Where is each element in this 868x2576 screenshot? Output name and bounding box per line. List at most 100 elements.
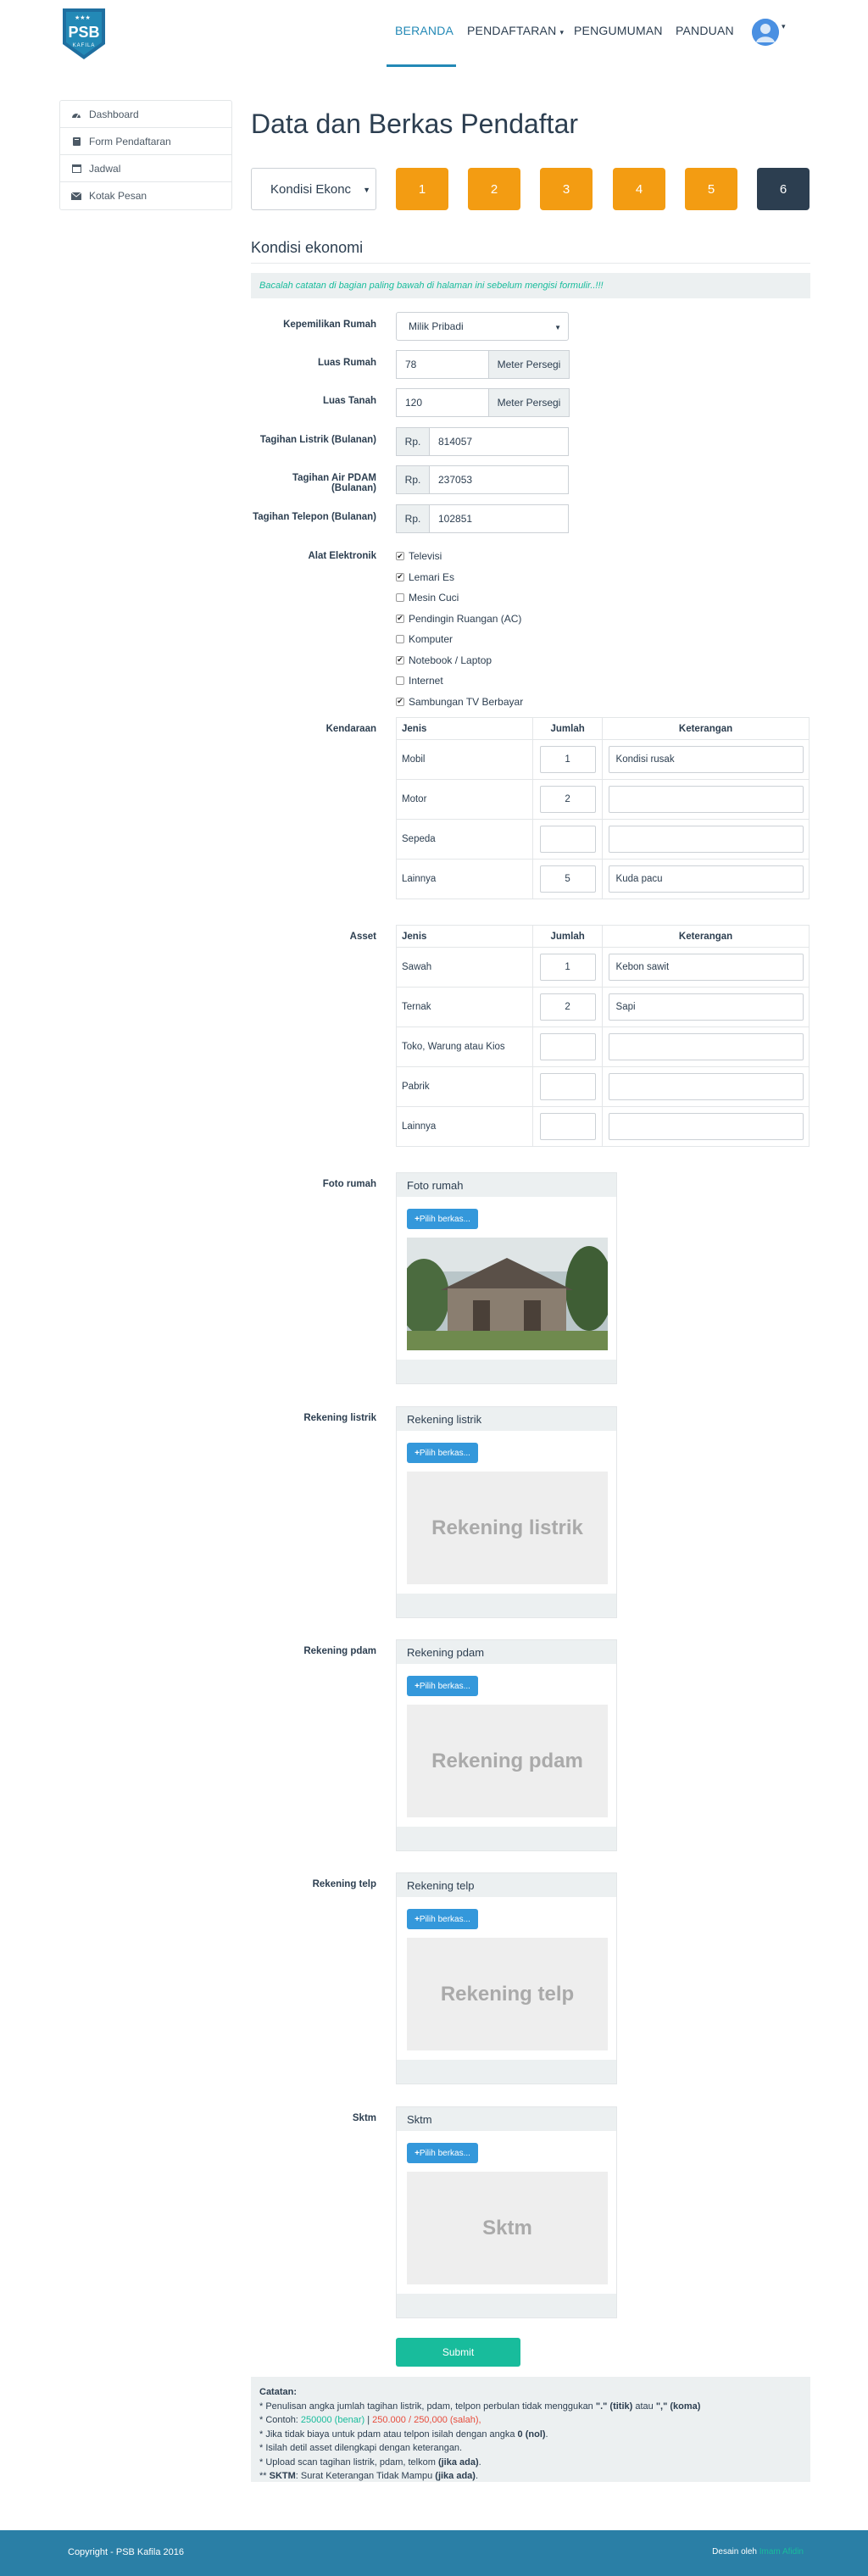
- nav-pengumuman[interactable]: PENGUMUMAN: [574, 24, 663, 37]
- psb-logo[interactable]: ★★★ PSB KAFILA: [59, 7, 108, 61]
- choose-file-button[interactable]: + Pilih berkas...: [407, 1676, 478, 1696]
- checkbox-label: Notebook / Laptop: [409, 654, 492, 666]
- col-jenis: Jenis: [395, 717, 534, 740]
- luas-rumah-unit: Meter Persegi: [488, 350, 570, 379]
- jumlah-input[interactable]: [539, 826, 596, 853]
- kendaraan-table: Jenis Jumlah Keterangan Mobil 1 Kondisi ru…: [395, 717, 810, 899]
- checkbox-row[interactable]: ✔ Pendingin Ruangan (AC): [396, 613, 521, 625]
- footer-credit-link[interactable]: Imam Afidin: [760, 2547, 804, 2557]
- checkbox-row[interactable]: Internet: [396, 675, 443, 687]
- avatar-caret-icon[interactable]: ▾: [782, 22, 786, 31]
- cell-jenis: Motor: [395, 779, 534, 820]
- keterangan-input[interactable]: [608, 1113, 804, 1140]
- nav-panduan[interactable]: PANDUAN: [676, 24, 734, 37]
- jumlah-input[interactable]: [539, 1073, 596, 1100]
- telepon-prefix: Rp.: [396, 504, 430, 533]
- step-select-value: Kondisi Ekonc: [270, 181, 352, 197]
- telepon-input[interactable]: 102851: [429, 504, 569, 533]
- checkbox-row[interactable]: Mesin Cuci: [396, 592, 459, 604]
- upload-panel-footer: [397, 1827, 616, 1850]
- checkbox-row[interactable]: ✔ Notebook / Laptop: [396, 654, 492, 666]
- keterangan-input[interactable]: [608, 786, 804, 813]
- keterangan-input[interactable]: Sapi: [608, 993, 804, 1021]
- kepemilikan-select[interactable]: Milik Pribadi ▼: [396, 312, 569, 341]
- checkbox-checked[interactable]: ✔: [396, 655, 404, 665]
- air-input[interactable]: 237053: [429, 465, 569, 494]
- jumlah-input[interactable]: 1: [539, 746, 596, 773]
- submit-button[interactable]: Submit: [396, 2338, 520, 2367]
- luas-rumah-input[interactable]: 78: [396, 350, 489, 379]
- nav-beranda[interactable]: BERANDA: [395, 24, 453, 37]
- keterangan-input[interactable]: [608, 1033, 804, 1060]
- checkbox-row[interactable]: Komputer: [396, 633, 453, 645]
- checkbox-row[interactable]: ✔ Sambungan TV Berbayar: [396, 696, 523, 708]
- choose-file-button[interactable]: + Pilih berkas...: [407, 1443, 478, 1463]
- sidebar-item-dashboard[interactable]: Dashboard: [60, 101, 231, 128]
- checkbox-checked[interactable]: ✔: [396, 572, 404, 581]
- chevron-down-icon: ▼: [554, 324, 561, 331]
- sidebar-item-label: Form Pendaftaran: [89, 135, 171, 147]
- user-avatar-icon[interactable]: [752, 19, 779, 46]
- choose-file-button[interactable]: + Pilih berkas...: [407, 1209, 478, 1229]
- keterangan-input[interactable]: [608, 826, 804, 853]
- keterangan-input[interactable]: Kebon sawit: [608, 954, 804, 981]
- step-button-3[interactable]: 3: [540, 168, 593, 210]
- jumlah-input[interactable]: 1: [539, 954, 596, 981]
- sidebar: Dashboard Form Pendaftaran Jadwal Kotak …: [59, 100, 232, 210]
- notes-panel: Catatan: * Penulisan angka jumlah tagiha…: [251, 2377, 810, 2482]
- jumlah-input[interactable]: 5: [539, 865, 596, 893]
- nav-pendaftaran-label: PENDAFTARAN: [467, 24, 557, 37]
- jumlah-input[interactable]: 2: [539, 786, 596, 813]
- step-button-4[interactable]: 4: [613, 168, 665, 210]
- table-row: Sepeda: [395, 819, 810, 860]
- jumlah-input[interactable]: 2: [539, 993, 596, 1021]
- keterangan-input[interactable]: Kondisi rusak: [608, 746, 804, 773]
- step-button-5[interactable]: 5: [685, 168, 737, 210]
- telepon-label: Tagihan Telepon (Bulanan): [253, 512, 376, 522]
- keterangan-input[interactable]: Kuda pacu: [608, 865, 804, 893]
- col-keterangan: Keterangan: [602, 925, 810, 948]
- keterangan-input[interactable]: [608, 1073, 804, 1100]
- chevron-down-icon: ▾: [559, 28, 565, 36]
- col-jenis: Jenis: [395, 925, 534, 948]
- checkbox-unchecked[interactable]: [396, 676, 404, 685]
- nav-pendaftaran[interactable]: PENDAFTARAN ▾: [467, 24, 564, 37]
- nav-active-indicator: [387, 64, 456, 67]
- table-row: Motor 2: [395, 779, 810, 820]
- sidebar-item-jadwal[interactable]: Jadwal: [60, 155, 231, 182]
- step-button-1[interactable]: 1: [396, 168, 448, 210]
- checkbox-unchecked[interactable]: [396, 635, 404, 643]
- step-button-2[interactable]: 2: [468, 168, 520, 210]
- cell-keterangan: [602, 779, 810, 820]
- sidebar-item-kotak-pesan[interactable]: Kotak Pesan: [60, 182, 231, 209]
- checkbox-label: Televisi: [409, 550, 442, 562]
- cell-jumlah: [532, 1106, 604, 1147]
- upload-panel-footer: [397, 1594, 616, 1617]
- choose-file-button[interactable]: + Pilih berkas...: [407, 2143, 478, 2163]
- checkbox-checked[interactable]: ✔: [396, 614, 404, 623]
- checkbox-row[interactable]: ✔ Televisi: [396, 550, 442, 562]
- checkbox-unchecked[interactable]: [396, 593, 404, 602]
- elektronik-label: Alat Elektronik: [308, 551, 376, 561]
- step-button-6[interactable]: 6: [757, 168, 810, 210]
- checkbox-row[interactable]: ✔ Lemari Es: [396, 571, 454, 583]
- listrik-input[interactable]: 814057: [429, 427, 569, 456]
- upload-panel: Rekening telp + Pilih berkas... Rekening t…: [396, 1872, 617, 2084]
- checkbox-checked[interactable]: ✔: [396, 552, 404, 560]
- footer-credit-prefix: Desain oleh: [712, 2547, 760, 2557]
- choose-file-button[interactable]: + Pilih berkas...: [407, 1909, 478, 1929]
- sidebar-item-form-pendaftaran[interactable]: Form Pendaftaran: [60, 128, 231, 155]
- house-photo: [407, 1238, 608, 1350]
- jumlah-input[interactable]: [539, 1113, 596, 1140]
- luas-tanah-label: Luas Tanah: [322, 396, 376, 406]
- step-select[interactable]: Kondisi Ekonc ▼: [251, 168, 376, 210]
- upload-placeholder: Rekening listrik: [407, 1472, 608, 1584]
- col-jumlah: Jumlah: [532, 717, 604, 740]
- luas-tanah-input[interactable]: 120: [396, 388, 489, 417]
- cell-jenis: Sepeda: [395, 819, 534, 860]
- jumlah-input[interactable]: [539, 1033, 596, 1060]
- cell-jenis: Lainnya: [395, 1106, 534, 1147]
- checkbox-checked[interactable]: ✔: [396, 697, 404, 706]
- upload-panel-footer: [397, 2060, 616, 2084]
- asset-label: Asset: [349, 932, 376, 942]
